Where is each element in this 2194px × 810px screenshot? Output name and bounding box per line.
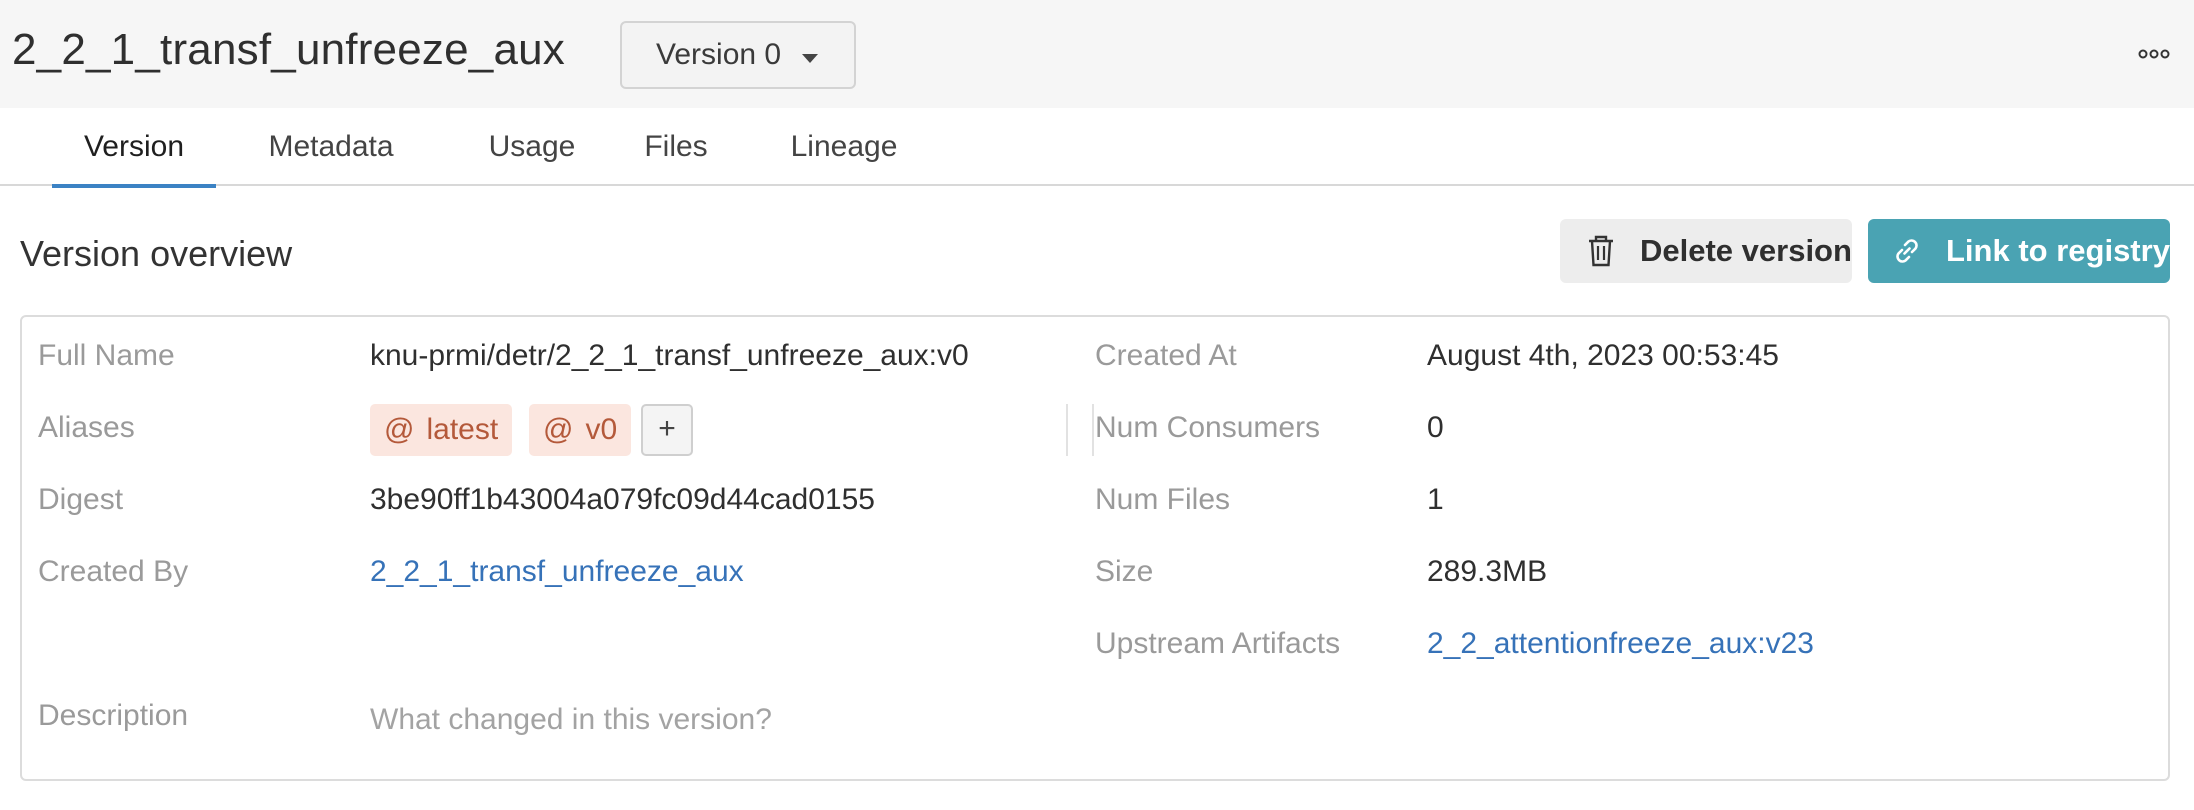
artifact-tabs: Version Metadata Usage Files Lineage bbox=[0, 108, 2194, 188]
alias-tag-latest[interactable]: @ latest bbox=[370, 404, 513, 456]
size-value: 289.3MB bbox=[1427, 555, 1548, 588]
artifact-title: 2_2_1_transf_unfreeze_aux bbox=[12, 25, 565, 74]
alias-tag-label: v0 bbox=[585, 413, 618, 446]
created-by-link[interactable]: 2_2_1_transf_unfreeze_aux bbox=[370, 552, 744, 592]
created-by-label: Created By bbox=[38, 555, 189, 588]
chevron-down-icon bbox=[802, 54, 818, 63]
column-resize-handle[interactable] bbox=[1066, 404, 1094, 456]
description-field[interactable]: What changed in this version? bbox=[370, 700, 772, 740]
tab-usage[interactable]: Usage bbox=[470, 108, 594, 186]
alias-tag-label: latest bbox=[426, 413, 499, 446]
artifact-header: 2_2_1_transf_unfreeze_aux Version 0 bbox=[0, 0, 2194, 108]
digest-value: 3be90ff1b43004a079fc09d44cad0155 bbox=[370, 483, 875, 516]
size-label: Size bbox=[1095, 555, 1154, 588]
created-at-label: Created At bbox=[1095, 339, 1237, 372]
version-details-panel bbox=[20, 315, 2170, 781]
section-title: Version overview bbox=[20, 233, 293, 274]
tab-metadata[interactable]: Metadata bbox=[256, 108, 406, 186]
at-icon: @ bbox=[384, 413, 415, 446]
tab-version[interactable]: Version bbox=[52, 108, 216, 188]
num-consumers-value: 0 bbox=[1427, 411, 1444, 444]
upstream-artifacts-label: Upstream Artifacts bbox=[1095, 627, 1341, 660]
tab-lineage[interactable]: Lineage bbox=[784, 108, 904, 186]
full-name-value: knu-prmi/detr/2_2_1_transf_unfreeze_aux:… bbox=[370, 339, 969, 372]
version-select-value: Version 0 bbox=[656, 38, 782, 71]
ellipsis-horizontal-icon bbox=[2138, 49, 2170, 59]
link-icon bbox=[1890, 234, 1924, 268]
aliases-label: Aliases bbox=[38, 411, 135, 444]
alias-tag-v0[interactable]: @ v0 bbox=[529, 404, 632, 456]
at-icon: @ bbox=[543, 413, 574, 446]
created-at-value: August 4th, 2023 00:53:45 bbox=[1427, 339, 1779, 372]
num-consumers-label: Num Consumers bbox=[1095, 411, 1321, 444]
description-label: Description bbox=[38, 699, 189, 732]
trash-icon bbox=[1584, 234, 1618, 268]
version-select[interactable]: Version 0 bbox=[620, 21, 856, 89]
num-files-value: 1 bbox=[1427, 483, 1444, 516]
add-alias-button[interactable]: + bbox=[641, 404, 693, 456]
digest-label: Digest bbox=[38, 483, 124, 516]
upstream-artifact-link[interactable]: 2_2_attentionfreeze_aux:v23 bbox=[1427, 624, 1814, 664]
full-name-label: Full Name bbox=[38, 339, 175, 372]
tab-files[interactable]: Files bbox=[638, 108, 714, 186]
more-options-button[interactable] bbox=[2132, 36, 2176, 72]
delete-version-button[interactable]: Delete version bbox=[1560, 219, 1852, 283]
link-to-registry-label: Link to registry bbox=[1946, 233, 2170, 268]
delete-version-label: Delete version bbox=[1640, 233, 1852, 268]
link-to-registry-button[interactable]: Link to registry bbox=[1868, 219, 2170, 283]
num-files-label: Num Files bbox=[1095, 483, 1231, 516]
